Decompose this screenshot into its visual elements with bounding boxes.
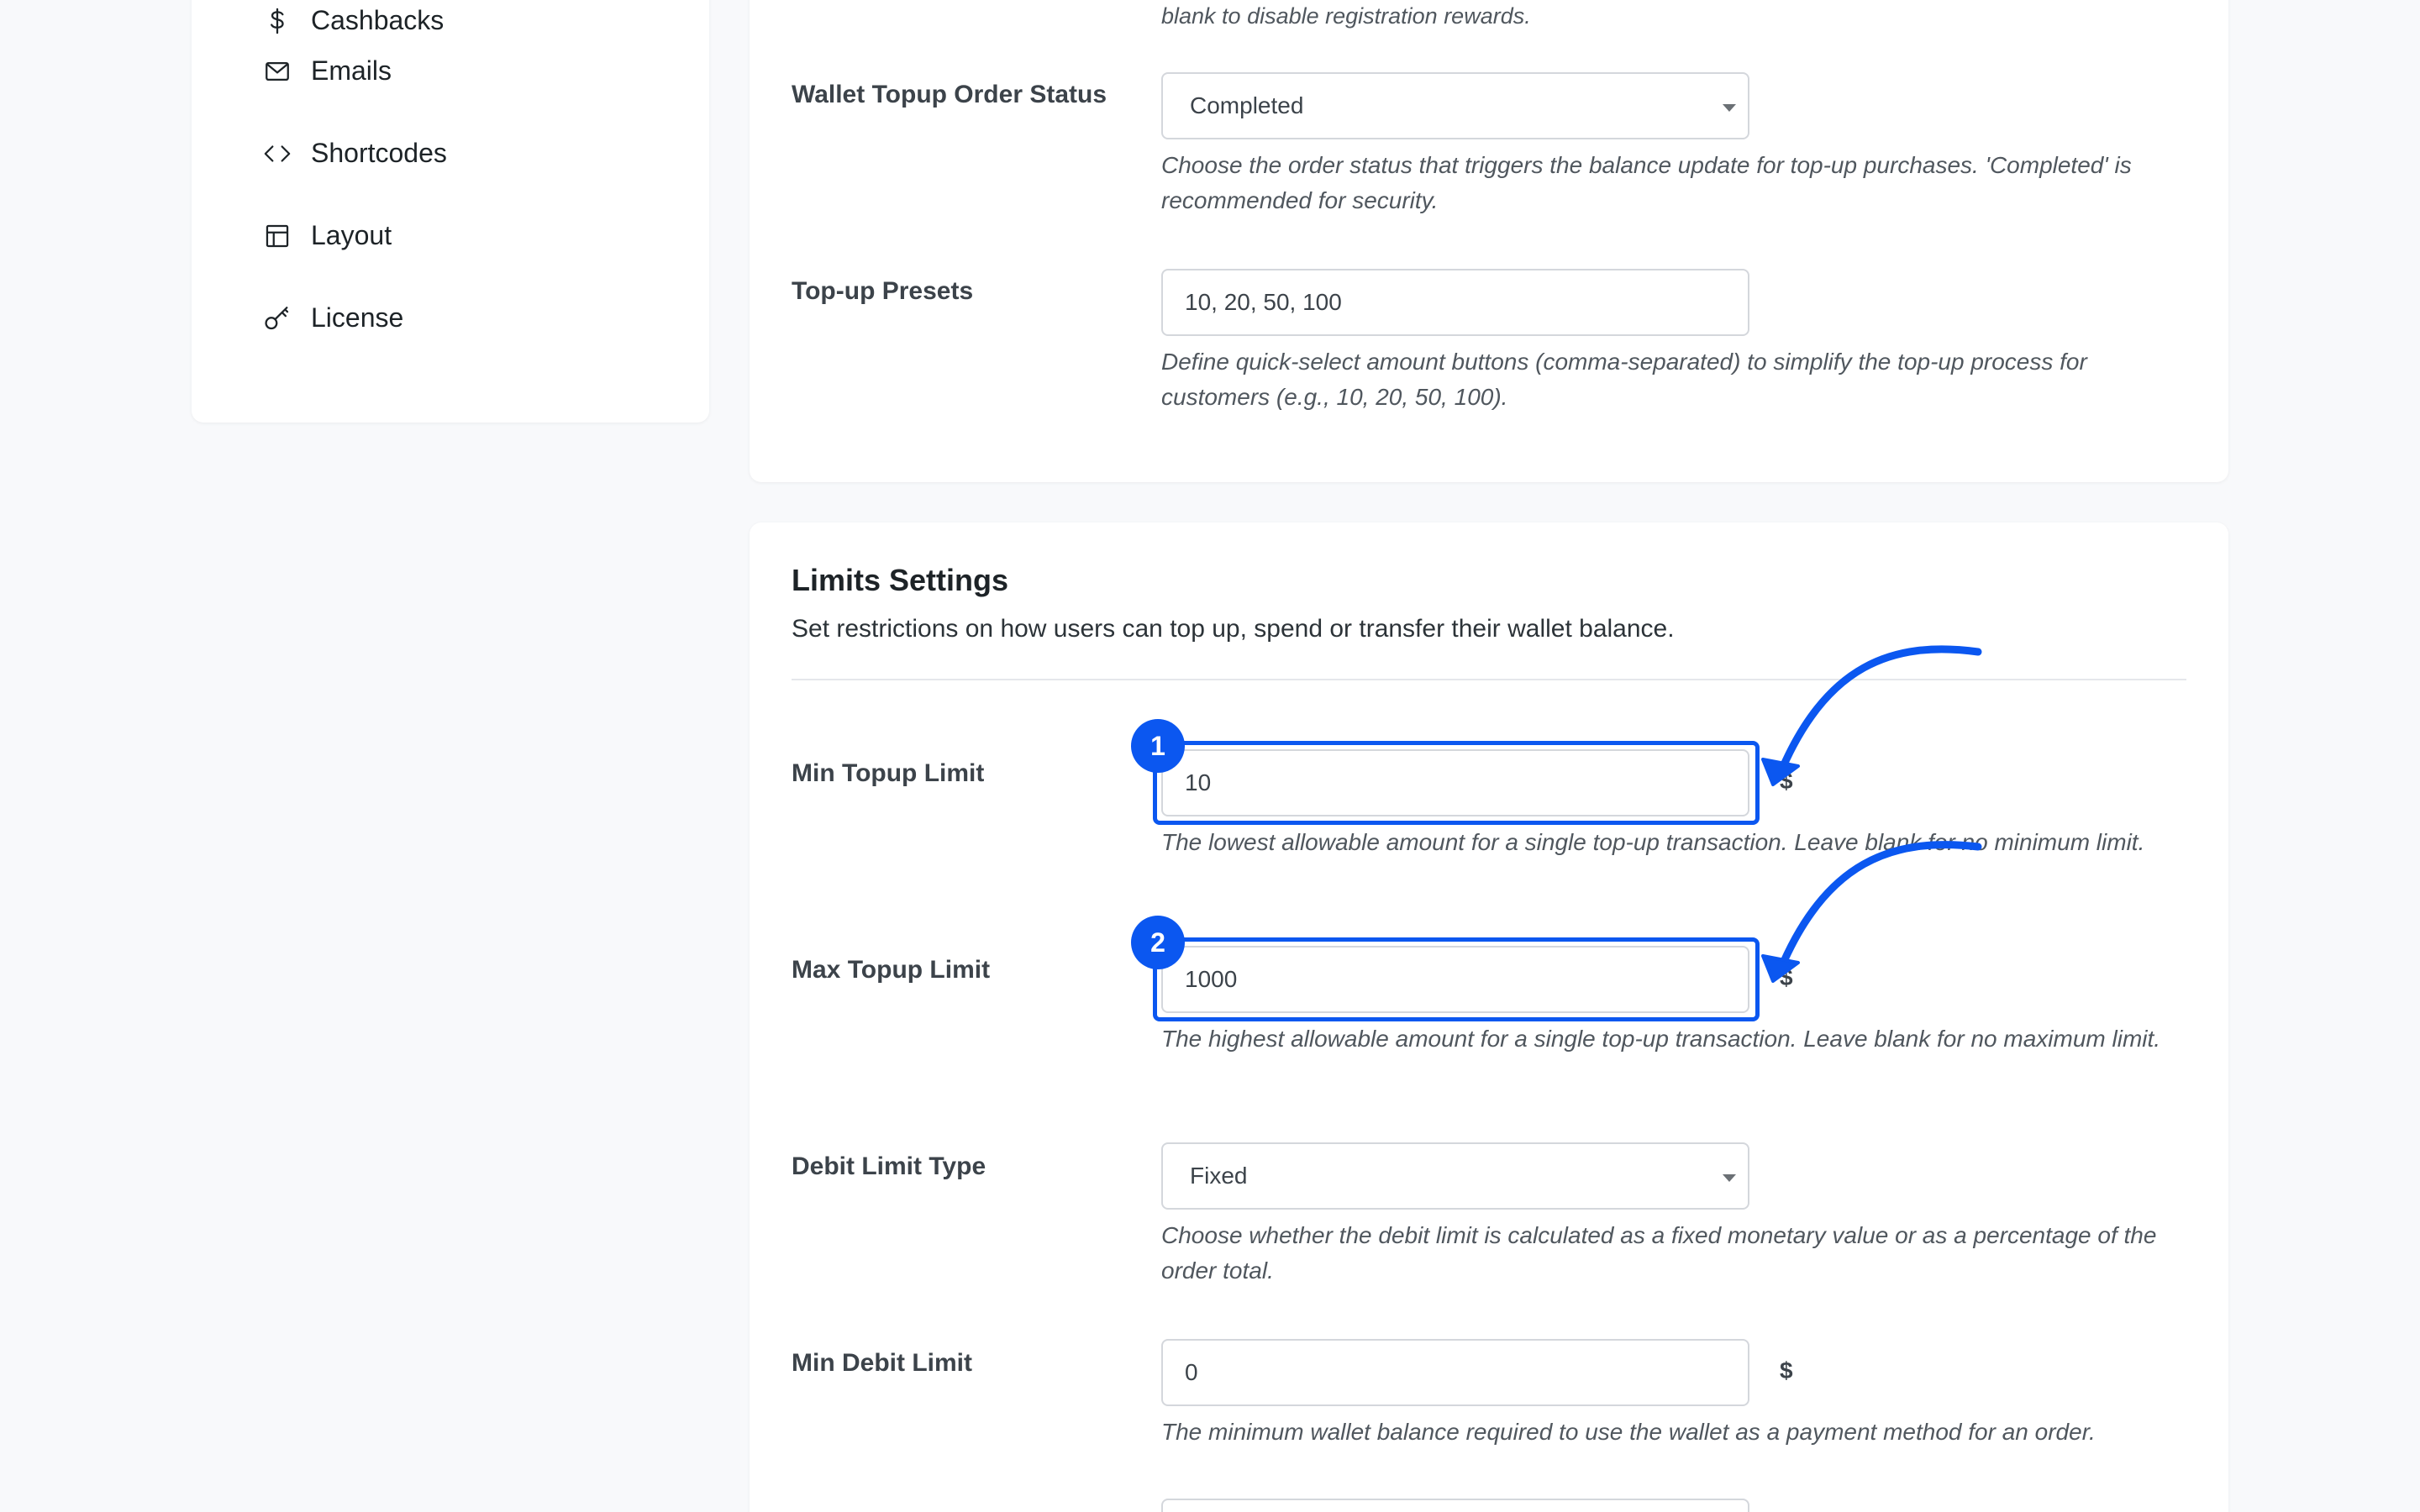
wallet-topup-status-select[interactable]: Completed	[1161, 72, 1749, 139]
settings-sidebar: Cashbacks Emails Shortcodes Layout Licen…	[192, 0, 709, 423]
input-value: 0	[1185, 1359, 1198, 1385]
sidebar-item-label: Cashbacks	[311, 5, 445, 35]
wallet-topup-status-label: Wallet Topup Order Status	[792, 81, 1107, 108]
topup-presets-label: Top-up Presets	[792, 277, 974, 305]
limits-settings-card: Limits Settings Set restrictions on how …	[750, 522, 2228, 1512]
dollar-icon	[262, 6, 292, 36]
section-title: Limits Settings	[792, 563, 1009, 597]
sidebar-item-layout[interactable]: Layout	[262, 220, 392, 251]
min-topup-label: Min Topup Limit	[792, 759, 985, 787]
code-icon	[262, 139, 292, 169]
currency-unit: $	[1780, 964, 1793, 990]
max-debit-input[interactable]	[1161, 1499, 1749, 1512]
chevron-down-icon	[1723, 104, 1736, 112]
max-topup-highlight	[1153, 937, 1760, 1021]
currency-unit: $	[1780, 768, 1793, 794]
debit-limit-type-select[interactable]: Fixed	[1161, 1142, 1749, 1210]
select-value: Completed	[1190, 92, 1304, 118]
debit-limit-type-help: Choose whether the debit limit is calcul…	[1161, 1222, 2157, 1284]
input-value: 10, 20, 50, 100	[1185, 289, 1342, 315]
sidebar-item-label: Shortcodes	[311, 138, 447, 168]
sidebar-item-cashbacks[interactable]: Cashbacks	[262, 5, 444, 36]
min-debit-label: Min Debit Limit	[792, 1349, 972, 1377]
sidebar-item-shortcodes[interactable]: Shortcodes	[262, 138, 447, 169]
sidebar-item-label: Layout	[311, 220, 392, 250]
max-topup-label: Max Topup Limit	[792, 956, 991, 984]
topup-presets-input[interactable]: 10, 20, 50, 100	[1161, 269, 1749, 336]
annotation-arrow-1	[1776, 645, 1982, 779]
min-topup-help: The lowest allowable amount for a single…	[1161, 829, 2145, 855]
sidebar-item-emails[interactable]: Emails	[262, 55, 392, 87]
debit-limit-type-label: Debit Limit Type	[792, 1152, 986, 1180]
max-topup-help: The highest allowable amount for a singl…	[1161, 1026, 2161, 1052]
topup-presets-help: Define quick-select amount buttons (comm…	[1161, 349, 2087, 410]
step-badge-1: 1	[1131, 719, 1185, 773]
sidebar-item-label: Emails	[311, 55, 392, 86]
section-divider	[792, 679, 2186, 680]
mail-icon	[262, 56, 292, 87]
min-topup-highlight	[1153, 741, 1760, 825]
min-debit-help: The minimum wallet balance required to u…	[1161, 1419, 2096, 1445]
annotation-arrow-2	[1776, 841, 1982, 975]
chevron-down-icon	[1723, 1174, 1736, 1182]
layout-icon	[262, 221, 292, 251]
currency-unit: $	[1780, 1357, 1793, 1383]
payment-settings-card: blank to disable registration rewards. W…	[750, 0, 2228, 482]
min-debit-input[interactable]: 0	[1161, 1339, 1749, 1406]
key-icon	[262, 303, 292, 333]
section-description: Set restrictions on how users can top up…	[792, 615, 1675, 643]
cutoff-help-text: blank to disable registration rewards.	[1161, 3, 1531, 29]
step-badge-2: 2	[1131, 916, 1185, 969]
sidebar-item-license[interactable]: License	[262, 302, 403, 333]
wallet-topup-status-help: Choose the order status that triggers th…	[1161, 152, 2132, 213]
sidebar-item-label: License	[311, 302, 404, 333]
select-value: Fixed	[1190, 1163, 1248, 1189]
